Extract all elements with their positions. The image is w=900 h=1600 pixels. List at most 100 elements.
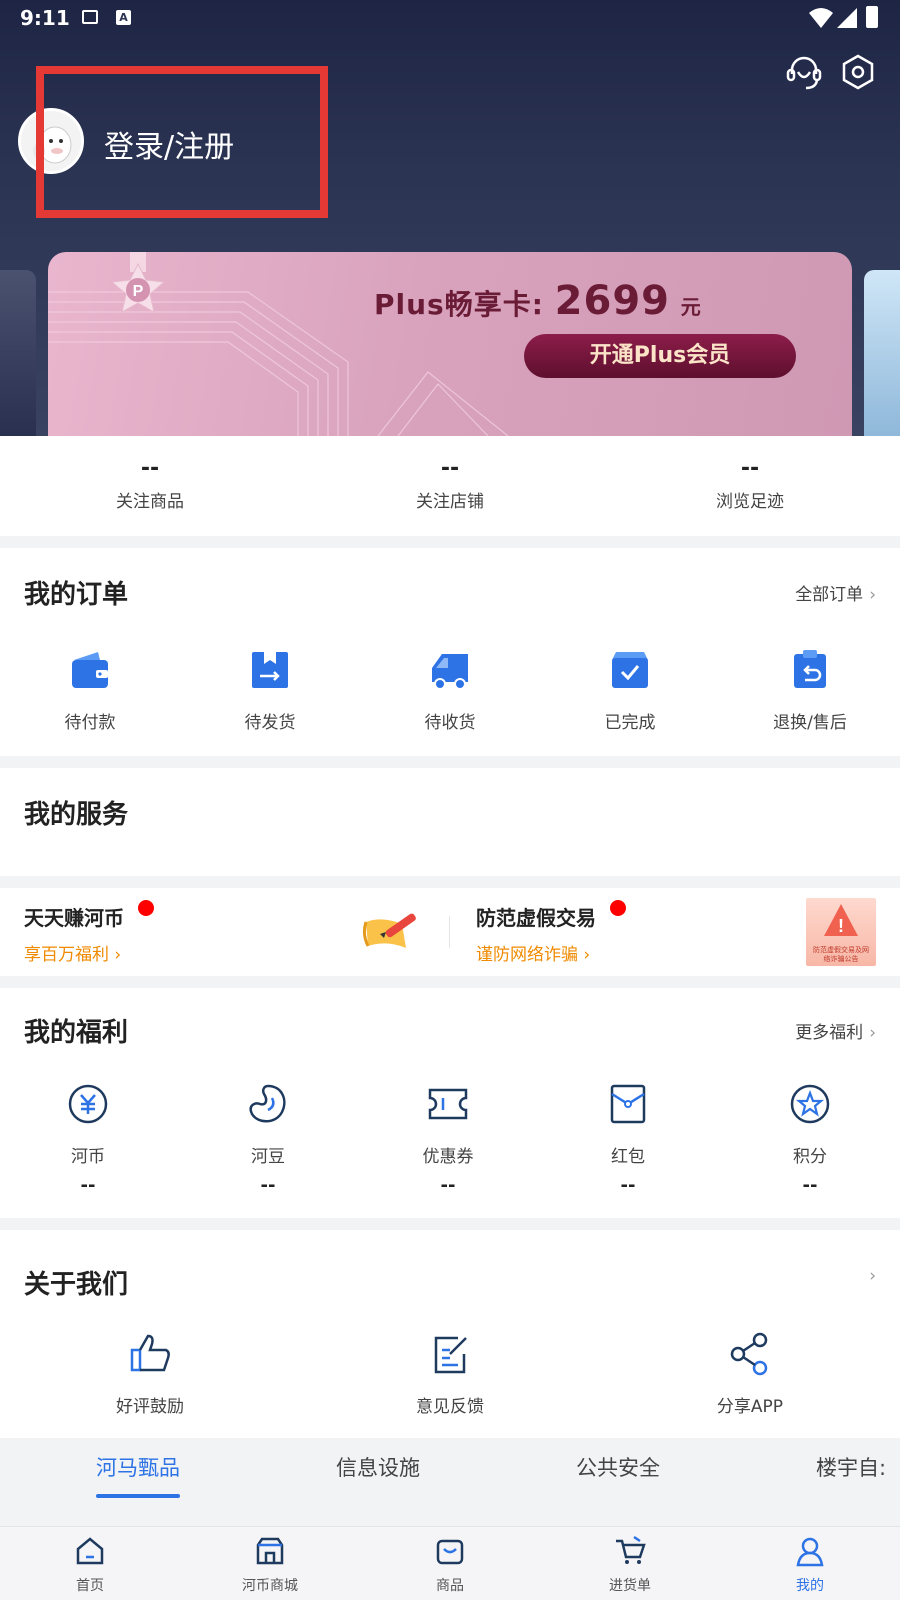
benefits-title: 我的福利 (24, 1018, 129, 1048)
tab-public-safety[interactable]: 公共安全 (576, 1452, 660, 1482)
home-icon (76, 1537, 104, 1565)
order-label: 已完成 (604, 713, 656, 733)
promo-section: 天天赚河币 享百万福利 › 防范虚假交易 谨防网络诈骗 › ! 防范虚假交易及网… (0, 888, 900, 976)
wifi-icon (809, 8, 833, 28)
order-completed[interactable]: 已完成 (560, 648, 700, 733)
benefit-value: -- (80, 1175, 96, 1196)
bag-icon (436, 1539, 464, 1565)
about-more-link[interactable]: › (863, 1266, 876, 1286)
promo-earn-coins[interactable]: 天天赚河币 享百万福利 › (0, 888, 449, 976)
benefit-label: 河豆 (251, 1147, 285, 1167)
plus-price-unit: 元 (680, 295, 702, 319)
red-packet-icon (610, 1084, 646, 1124)
benefit-value: -- (620, 1175, 636, 1196)
orders-title: 我的订单 (24, 580, 129, 610)
carousel-card-prev[interactable] (0, 270, 36, 436)
order-label: 待收货 (424, 713, 476, 733)
nav-label: 进货单 (609, 1578, 651, 1594)
all-orders-label: 全部订单 (795, 585, 864, 605)
order-pending-payment[interactable]: 待付款 (20, 648, 160, 733)
chevron-right-icon: › (869, 1266, 876, 1286)
about-feedback[interactable]: 意见反馈 (380, 1332, 520, 1417)
settings-icon[interactable] (838, 52, 878, 92)
about-label: 好评鼓励 (116, 1397, 184, 1417)
image-notification-icon (82, 10, 98, 24)
about-rate-app[interactable]: 好评鼓励 (80, 1332, 220, 1417)
more-benefits-label: 更多福利 (795, 1023, 864, 1043)
return-clipboard-icon (794, 650, 826, 688)
store-icon (256, 1537, 284, 1565)
tab-building-automation[interactable]: 楼宇自: (816, 1452, 900, 1482)
promo-title: 天天赚河币 (24, 906, 124, 930)
promo-subtitle: 谨防网络诈骗 › (476, 945, 591, 965)
nav-mine[interactable]: 我的 (750, 1535, 870, 1595)
benefit-points[interactable]: 积分 -- (740, 1082, 880, 1196)
status-bar: 9:11 A (0, 0, 900, 36)
nav-purchase-list[interactable]: 进货单 (570, 1535, 690, 1595)
stat-followed-products[interactable]: -- 关注商品 (60, 456, 240, 512)
order-returns[interactable]: 退换/售后 (740, 648, 880, 733)
benefit-red-packets[interactable]: 红包 -- (558, 1082, 698, 1196)
stat-label: 关注商品 (116, 492, 184, 512)
benefit-label: 优惠券 (422, 1147, 474, 1167)
promo-anti-fraud[interactable]: 防范虚假交易 谨防网络诈骗 › ! 防范虚假交易及网络诈骗公告 (450, 888, 900, 976)
benefits-section: 我的福利 更多福利 › 河币 -- 河豆 -- 优惠券 -- 红包 -- 积分 -… (0, 988, 900, 1218)
stats-bar: -- 关注商品 -- 关注店铺 -- 浏览足迹 (0, 436, 900, 536)
coin-yuan-icon (68, 1084, 108, 1124)
stat-browse-history[interactable]: -- 浏览足迹 (660, 456, 840, 512)
category-tabs: 河马甄品 信息设施 公共安全 楼宇自: (0, 1438, 900, 1498)
tab-hema-selection[interactable]: 河马甄品 (96, 1452, 180, 1482)
svg-text:P: P (133, 283, 144, 300)
stat-label: 浏览足迹 (716, 492, 784, 512)
star-points-icon (790, 1084, 830, 1124)
package-out-icon (252, 652, 288, 688)
order-pending-shipment[interactable]: 待发货 (200, 648, 340, 733)
new-dot-badge (610, 900, 626, 916)
notice-text: 防范虚假交易及网络诈骗公告 (813, 946, 869, 963)
about-label: 分享APP (716, 1397, 784, 1417)
chevron-right-icon: › (869, 585, 876, 605)
tab-info-facilities[interactable]: 信息设施 (336, 1452, 420, 1482)
customer-service-icon[interactable] (784, 52, 824, 92)
benefit-value: -- (440, 1175, 456, 1196)
benefit-label: 红包 (611, 1147, 645, 1167)
user-icon (796, 1537, 824, 1567)
order-label: 待付款 (64, 713, 116, 733)
nav-home[interactable]: 首页 (30, 1535, 150, 1595)
benefit-coins[interactable]: 河币 -- (18, 1082, 158, 1196)
services-title: 我的服务 (24, 800, 129, 830)
benefit-coupons[interactable]: 优惠券 -- (378, 1082, 518, 1196)
feedback-edit-icon (434, 1336, 467, 1374)
all-orders-link[interactable]: 全部订单 › (795, 580, 876, 605)
nav-products[interactable]: 商品 (390, 1535, 510, 1595)
about-share-app[interactable]: 分享APP (680, 1332, 820, 1417)
tab-active-indicator (96, 1494, 180, 1498)
truck-icon (432, 654, 468, 690)
open-plus-button[interactable]: 开通Plus会员 (524, 334, 796, 378)
order-pending-receipt[interactable]: 待收货 (380, 648, 520, 733)
coupon-icon (428, 1088, 468, 1120)
carousel-card-next[interactable] (864, 270, 900, 436)
order-label: 退换/售后 (773, 713, 847, 733)
bean-icon (249, 1084, 286, 1123)
plus-card-title: Plus畅享卡: 2699 元 (374, 278, 702, 324)
status-time: 9:11 (20, 6, 70, 30)
plus-membership-card[interactable]: P Plus畅享卡: 2699 元 开通Plus会员 (48, 252, 852, 436)
share-icon (730, 1332, 768, 1376)
more-benefits-link[interactable]: 更多福利 › (795, 1018, 876, 1043)
stat-value: -- (740, 456, 760, 481)
benefit-label: 河币 (71, 1147, 105, 1167)
thumbs-up-icon (130, 1334, 170, 1372)
stat-followed-shops[interactable]: -- 关注店铺 (360, 456, 540, 512)
pencil-scroll-icon (362, 913, 416, 948)
check-box-icon (612, 652, 648, 688)
about-title: 关于我们 (24, 1270, 129, 1300)
nav-coin-mall[interactable]: 河币商城 (210, 1535, 330, 1595)
nav-label: 我的 (796, 1578, 824, 1594)
plus-title-text: Plus畅享卡: (374, 288, 544, 321)
warning-notice-icon: ! 防范虚假交易及网络诈骗公告 (806, 898, 876, 966)
benefit-beans[interactable]: 河豆 -- (198, 1082, 338, 1196)
plus-medal-icon: P (110, 252, 166, 313)
svg-text:!: ! (838, 916, 844, 936)
stat-value: -- (440, 456, 460, 481)
